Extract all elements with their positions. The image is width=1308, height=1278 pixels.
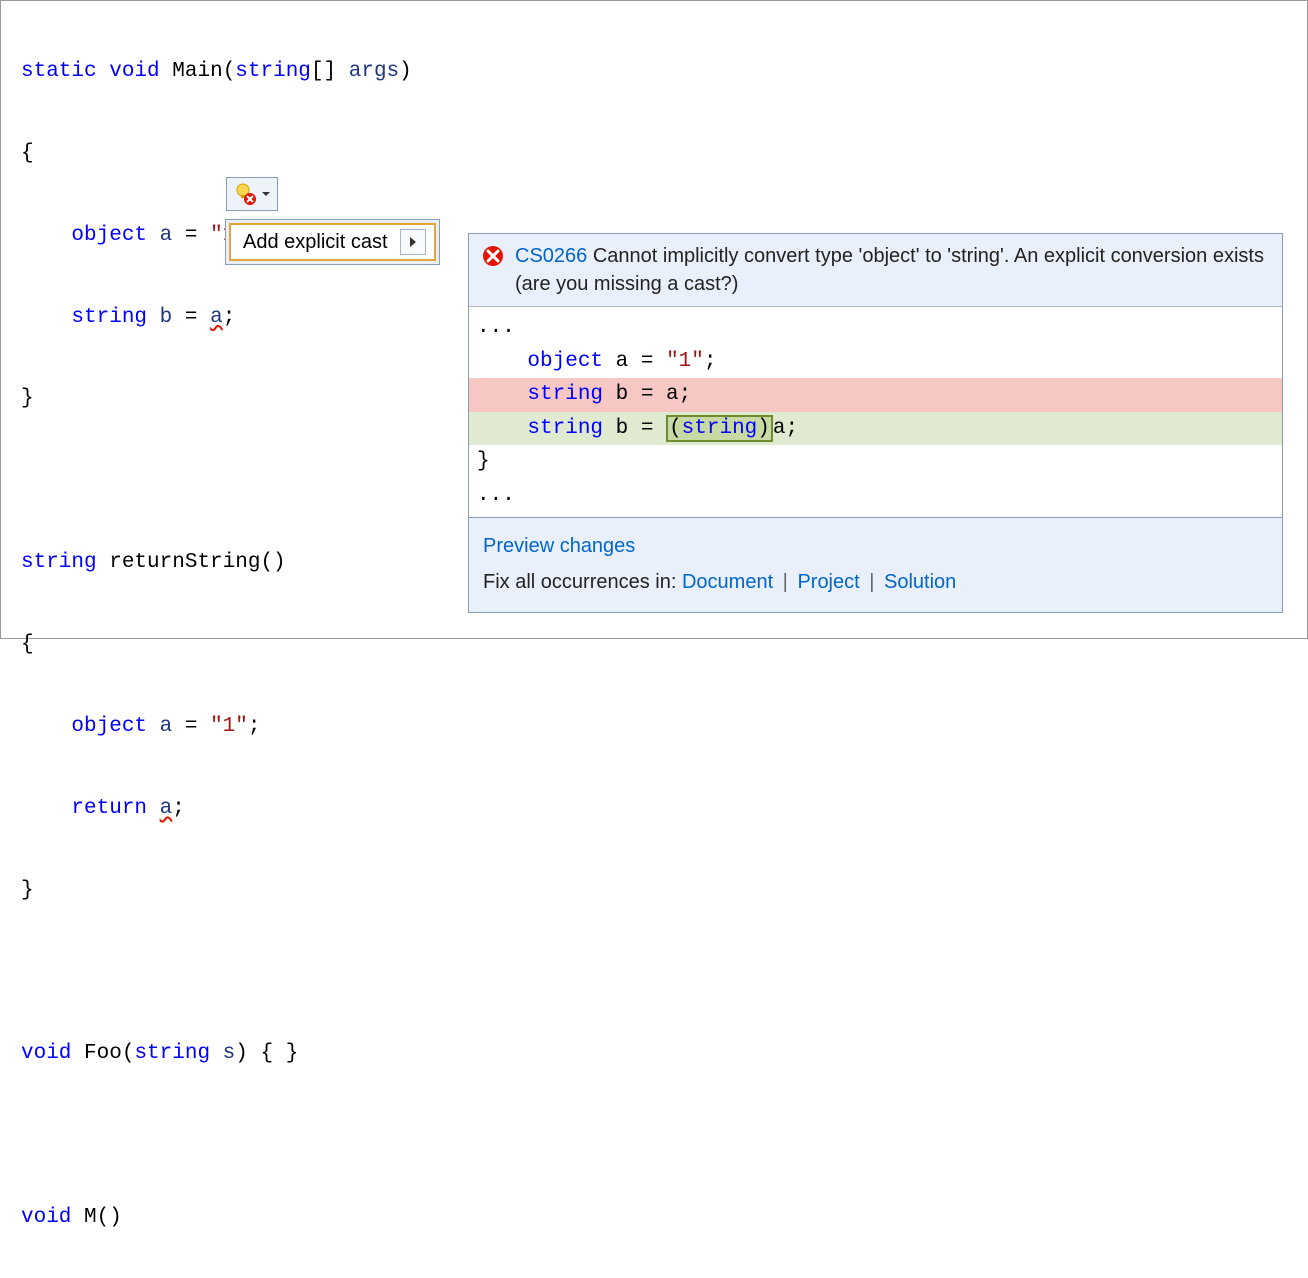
code-editor[interactable]: static void Main(string[] args) { object… bbox=[1, 1, 1307, 1278]
error-icon bbox=[481, 244, 505, 268]
fix-occurrences-label: Fix all occurrences in: bbox=[483, 571, 682, 593]
code-line[interactable]: static void Main(string[] args) bbox=[21, 52, 1307, 93]
diff-context: } bbox=[469, 445, 1282, 479]
keyword-void: void bbox=[109, 60, 159, 83]
code-line[interactable]: void M() bbox=[21, 1198, 1307, 1239]
quickfix-preview-panel: CS0266 Cannot implicitly convert type 'o… bbox=[468, 233, 1283, 613]
fix-project-link[interactable]: Project bbox=[797, 571, 859, 593]
quickfix-item-add-explicit-cast[interactable]: Add explicit cast bbox=[229, 223, 436, 261]
code-line[interactable]: void Foo(string s) { } bbox=[21, 1034, 1307, 1075]
quickfix-menu: Add explicit cast bbox=[225, 219, 440, 265]
chevron-right-icon bbox=[408, 236, 418, 248]
code-line[interactable]: } bbox=[21, 871, 1307, 912]
diff-context: ... bbox=[469, 311, 1282, 345]
method-name: Main bbox=[172, 60, 222, 83]
lightbulb-error-icon bbox=[233, 182, 257, 206]
diff-preview: ... object a = "1"; string b = a; string… bbox=[469, 306, 1282, 517]
code-line[interactable]: { bbox=[21, 134, 1307, 175]
code-line[interactable]: return a; bbox=[21, 789, 1307, 830]
error-header: CS0266 Cannot implicitly convert type 'o… bbox=[469, 234, 1282, 306]
code-line[interactable] bbox=[21, 953, 1307, 994]
error-code: CS0266 bbox=[515, 245, 587, 267]
quickfix-label: Add explicit cast bbox=[243, 231, 388, 254]
error-message: CS0266 Cannot implicitly convert type 'o… bbox=[515, 242, 1270, 298]
keyword-static: static bbox=[21, 60, 97, 83]
diff-added: string b = (string)a; bbox=[469, 412, 1282, 446]
code-line[interactable]: { bbox=[21, 625, 1307, 666]
error-underline[interactable]: a bbox=[160, 797, 173, 820]
diff-context: object a = "1"; bbox=[469, 345, 1282, 379]
submenu-arrow[interactable] bbox=[400, 229, 426, 255]
diff-context: ... bbox=[469, 479, 1282, 513]
preview-changes-link[interactable]: Preview changes bbox=[483, 535, 635, 557]
diff-removed: string b = a; bbox=[469, 378, 1282, 412]
fix-document-link[interactable]: Document bbox=[682, 571, 773, 593]
code-line[interactable] bbox=[21, 1116, 1307, 1157]
fix-solution-link[interactable]: Solution bbox=[884, 571, 956, 593]
inserted-cast: (string) bbox=[666, 415, 773, 442]
chevron-down-icon bbox=[261, 189, 271, 199]
lightbulb-button[interactable] bbox=[226, 177, 278, 211]
preview-footer: Preview changes Fix all occurrences in: … bbox=[469, 517, 1282, 612]
error-underline[interactable]: a bbox=[210, 306, 223, 329]
code-line[interactable]: object a = "1"; bbox=[21, 707, 1307, 748]
